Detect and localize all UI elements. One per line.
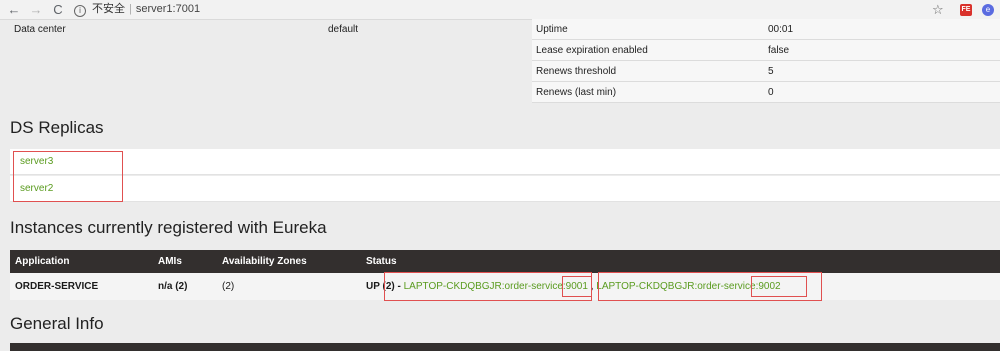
status-value: 00:01 xyxy=(764,19,1000,40)
info-icon[interactable]: i xyxy=(74,5,86,17)
bookmark-star-icon[interactable]: ☆ xyxy=(932,2,944,18)
address-bar[interactable]: i 不安全 | server1:7001 xyxy=(74,1,944,18)
status-table: Uptime 00:01 Lease expiration enabled fa… xyxy=(532,19,1000,103)
general-info-table-header xyxy=(10,343,1000,351)
list-item: server2 xyxy=(10,176,1000,202)
ds-replicas-heading: DS Replicas xyxy=(10,118,104,137)
forward-arrow-icon[interactable]: → xyxy=(28,2,44,18)
instance-link-9001[interactable]: LAPTOP-CKDQBGJR:order-service:9001 xyxy=(404,281,588,292)
status-key: Lease expiration enabled xyxy=(532,39,764,61)
address-separator: | xyxy=(129,3,132,15)
instance-link-9002[interactable]: LAPTOP-CKDQBGJR:order-service:9002 xyxy=(596,281,780,292)
reload-icon[interactable]: C xyxy=(50,2,66,18)
extension-fe-icon[interactable]: FE xyxy=(960,4,972,16)
table-row: ORDER-SERVICE n/a (2) (2) UP (2) - LAPTO… xyxy=(10,273,1000,300)
status-cell: UP (2) - LAPTOP-CKDQBGJR:order-service:9… xyxy=(366,273,781,300)
url-host: server1:7001 xyxy=(135,3,201,15)
column-header-zones: Availability Zones xyxy=(222,256,307,267)
extension-e-icon[interactable]: e xyxy=(982,4,994,16)
table-row: Renews (last min) 0 xyxy=(532,81,1000,103)
browser-toolbar: ← → C i 不安全 | server1:7001 ☆ FE e xyxy=(0,0,1000,20)
status-prefix: UP (2) - xyxy=(366,281,404,292)
application-name: ORDER-SERVICE xyxy=(15,281,99,292)
status-key: Renews (last min) xyxy=(532,81,764,103)
list-item: server3 xyxy=(10,149,1000,175)
table-row: Lease expiration enabled false xyxy=(532,39,1000,61)
table-row: Renews threshold 5 xyxy=(532,60,1000,82)
back-arrow-icon[interactable]: ← xyxy=(6,2,22,18)
status-key: Uptime xyxy=(532,19,764,40)
general-info-heading: General Info xyxy=(10,314,104,333)
status-value: 0 xyxy=(764,81,1000,103)
instances-table-header: Application AMIs Availability Zones Stat… xyxy=(10,250,1000,273)
column-header-amis: AMIs xyxy=(158,256,182,267)
replica-link-server3[interactable]: server3 xyxy=(20,156,53,167)
datacenter-label: Data center xyxy=(14,24,66,35)
instances-heading: Instances currently registered with Eure… xyxy=(10,218,327,237)
zones-value: (2) xyxy=(222,281,235,292)
table-row: Uptime 00:01 xyxy=(532,19,1000,40)
replica-link-server2[interactable]: server2 xyxy=(20,183,53,194)
column-header-application: Application xyxy=(15,256,70,267)
status-value: 5 xyxy=(764,60,1000,82)
column-header-status: Status xyxy=(366,256,397,267)
status-value: false xyxy=(764,39,1000,61)
status-key: Renews threshold xyxy=(532,60,764,82)
security-label: 不安全 xyxy=(92,3,125,15)
datacenter-value: default xyxy=(328,24,359,35)
amis-value: n/a (2) xyxy=(158,281,188,292)
